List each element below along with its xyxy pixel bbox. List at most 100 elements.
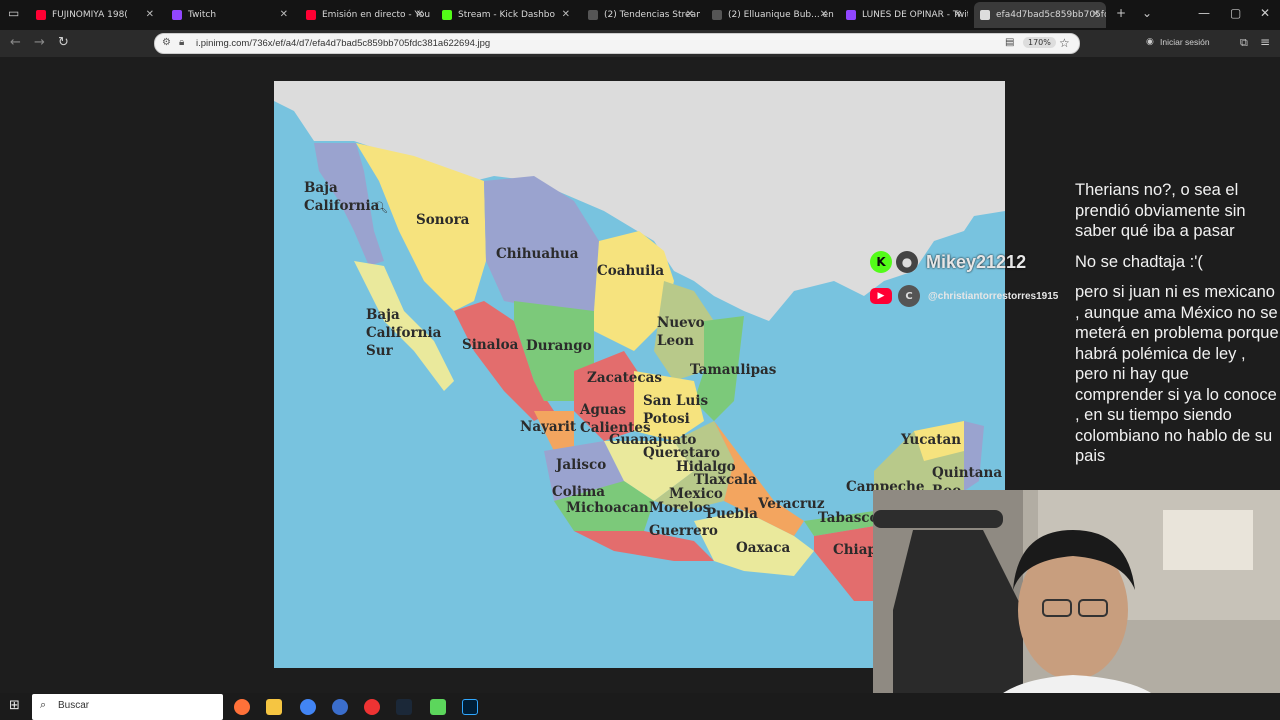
map-state-label: Michoacan: [566, 500, 649, 516]
browser-tab[interactable]: Emisión en directo - YouTu ✕: [300, 2, 430, 28]
map-state-label: Oaxaca: [736, 540, 791, 556]
bookmark-star-icon[interactable]: ☆: [1059, 36, 1070, 50]
minimize-icon[interactable]: —: [1198, 6, 1210, 20]
browser-nav-bar: ← → ↻ ⚙ 🔒︎ i.pinimg.com/736x/ef/a4/d7/ef…: [0, 30, 1280, 57]
tab-close-icon[interactable]: ✕: [1092, 9, 1100, 20]
kick-username: Mikey21212: [926, 251, 1027, 272]
map-state-label: Guerrero: [649, 523, 718, 539]
search-placeholder: Buscar: [58, 700, 90, 711]
zoom-level[interactable]: 170%: [1023, 37, 1056, 48]
youtube-user-badge: ▶ C @christiantorrestorres1915: [870, 284, 1058, 308]
browser-tab[interactable]: Twitch ✕: [166, 2, 294, 28]
yt-avatar: C: [898, 285, 920, 307]
chat-message: No se chadtaja :'(: [1075, 252, 1203, 271]
tab-close-icon[interactable]: ✕: [686, 9, 694, 20]
webcam-image: [873, 490, 1280, 720]
youtube-logo-icon: ▶: [870, 288, 892, 304]
tab-close-icon[interactable]: ✕: [416, 9, 424, 20]
ccleaner-icon[interactable]: [332, 699, 348, 715]
map-state-label: Durango: [526, 338, 592, 354]
signin-button[interactable]: Iniciar sesión: [1160, 37, 1210, 47]
site-info-icon[interactable]: ⚙: [162, 37, 171, 48]
map-state-label: Nayarit: [520, 419, 577, 435]
tab-title: LUNES DE OPINAR - Twitch: [862, 10, 968, 20]
map-state-label: Sinaloa: [462, 337, 519, 353]
map-state-label: Chihuahua: [496, 246, 579, 262]
browser-tab[interactable]: efa4d7bad5c859bb705fdc381a✕: [974, 2, 1106, 28]
search-icon: ⌕: [40, 699, 47, 711]
map-state-label: Puebla: [706, 506, 758, 522]
map-state-label: Baja California: [304, 180, 380, 214]
obs-icon[interactable]: [364, 699, 380, 715]
chat-overlay: Therians no?, o sea el prendió obviament…: [1075, 180, 1280, 477]
browser-tab[interactable]: (2) Tendencias Stream en X✕: [582, 2, 700, 28]
chrome-icon[interactable]: [300, 699, 316, 715]
browser-tab-strip: ▭ FUJINOMIYA 198(✕ Twitch ✕ Emisión en dire…: [0, 0, 1280, 30]
extensions-icon[interactable]: ⧉: [1240, 36, 1248, 50]
tab-favicon-icon: [172, 10, 182, 20]
youtube-username: @christiantorrestorres1915: [928, 290, 1059, 302]
menu-icon[interactable]: ≡: [1260, 35, 1270, 49]
tab-title: Twitch: [188, 10, 217, 20]
chat-message: Therians no?, o sea el prendió obviament…: [1075, 181, 1246, 240]
tab-title: (2) Elluanique Bub... en X: [728, 10, 834, 20]
map-state-label: Chiap: [833, 542, 877, 558]
browser-tab[interactable]: LUNES DE OPINAR - Twitch✕: [840, 2, 968, 28]
firefox-icon[interactable]: [234, 699, 250, 715]
tab-title: efa4d7bad5c859bb705fdc381a: [996, 10, 1106, 20]
windows-start-icon[interactable]: ⊞: [9, 698, 20, 713]
tab-close-icon[interactable]: ✕: [280, 9, 288, 20]
tab-favicon-icon: [36, 10, 46, 20]
map-state-label: Zacatecas: [587, 370, 662, 386]
maximize-icon[interactable]: ▢: [1230, 6, 1241, 20]
new-tab-button[interactable]: +: [1116, 6, 1126, 20]
map-state-label: Morelos: [649, 500, 711, 516]
photoshop-icon[interactable]: [462, 699, 478, 715]
map-state-label: Yucatan: [901, 432, 962, 448]
browser-tab[interactable]: Stream - Kick Dashbo ✕: [436, 2, 576, 28]
lock-icon[interactable]: 🔒︎: [179, 37, 184, 48]
reload-icon[interactable]: ↻: [58, 35, 69, 50]
browser-tab[interactable]: (2) Elluanique Bub... en X ✕: [706, 2, 834, 28]
webcam-feed: [873, 490, 1280, 720]
tab-actions-icon[interactable]: ▭: [8, 6, 19, 20]
kick-user-badge: K ● Mikey21212: [870, 250, 1026, 274]
map-state-label: Baja California Sur: [366, 307, 442, 359]
tab-favicon-icon: [712, 10, 722, 20]
tab-close-icon[interactable]: ✕: [820, 9, 828, 20]
url-text[interactable]: i.pinimg.com/736x/ef/a4/d7/efa4d7bad5c85…: [196, 38, 490, 49]
address-bar[interactable]: ⚙ 🔒︎ i.pinimg.com/736x/ef/a4/d7/efa4d7ba…: [154, 33, 1080, 54]
browser-tab[interactable]: FUJINOMIYA 198( ✕: [30, 2, 160, 28]
map-state-label: Jalisco: [556, 457, 607, 473]
steam-icon[interactable]: [396, 699, 412, 715]
tab-favicon-icon: [846, 10, 856, 20]
tab-list-chevron-icon[interactable]: ⌄: [1142, 6, 1152, 20]
map-state-label: Sonora: [416, 212, 470, 228]
tab-close-icon[interactable]: ✕: [954, 9, 962, 20]
app-icon[interactable]: [430, 699, 446, 715]
map-state-label: Nuevo Leon: [657, 315, 705, 349]
tab-title: FUJINOMIYA 198(: [52, 10, 128, 20]
account-icon[interactable]: ◉: [1146, 37, 1154, 47]
map-state-label: Coahuila: [597, 263, 665, 279]
map-state-label: San Luis Potosi: [643, 393, 709, 427]
chat-message: pero si juan ni es mexicano , aunque ama…: [1075, 283, 1279, 465]
taskbar-search[interactable]: ⌕ Buscar: [32, 694, 223, 720]
tab-favicon-icon: [442, 10, 452, 20]
tab-close-icon[interactable]: ✕: [562, 9, 570, 20]
forward-icon[interactable]: →: [34, 35, 45, 50]
map-state-label: Tabasco: [818, 510, 879, 526]
tab-title: Stream - Kick Dashbo: [458, 10, 556, 20]
back-icon[interactable]: ←: [10, 35, 21, 50]
tab-close-icon[interactable]: ✕: [146, 9, 154, 20]
windows-taskbar: ⊞ ⌕ Buscar: [0, 693, 1280, 720]
user-avatar-icon: ●: [896, 251, 918, 273]
tab-favicon-icon: [588, 10, 598, 20]
map-state-label: Veracruz: [758, 496, 825, 512]
tab-title: Emisión en directo - YouTu: [322, 10, 430, 20]
kick-logo-icon: K: [870, 251, 892, 273]
reader-view-icon[interactable]: ▤: [1005, 37, 1014, 48]
tab-favicon-icon: [980, 10, 990, 20]
close-window-icon[interactable]: ✕: [1260, 6, 1270, 20]
file-explorer-icon[interactable]: [266, 699, 282, 715]
